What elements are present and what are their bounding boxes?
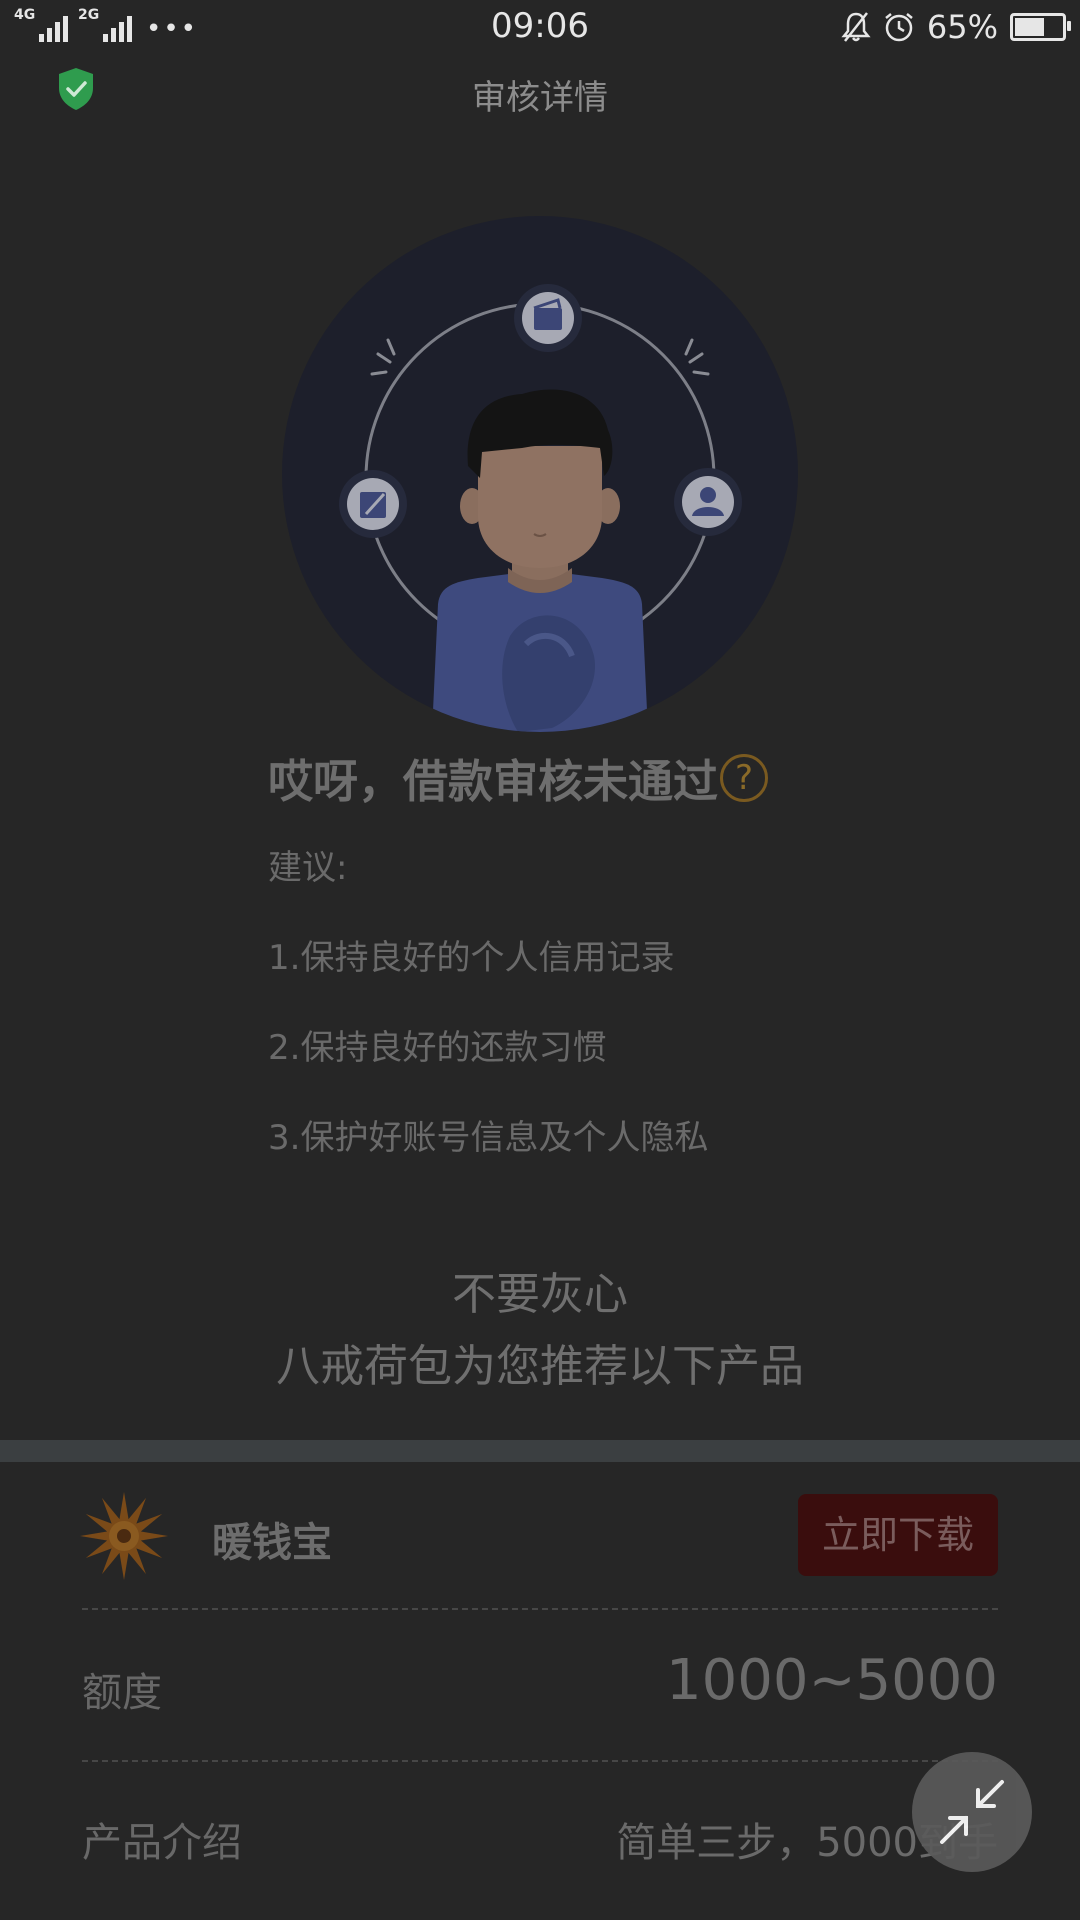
review-illustration — [282, 216, 798, 732]
wallet-icon — [514, 284, 582, 352]
review-result-headline: 哎呀，借款审核未通过 ? — [268, 745, 769, 810]
intro-label: 产品介绍 — [82, 1820, 242, 1866]
headline-text: 哎呀，借款审核未通过 — [268, 755, 719, 808]
alarm-icon — [885, 13, 913, 42]
page-title: 审核详情 — [472, 78, 608, 118]
encouragement-line-1: 不要灰心 — [452, 1269, 628, 1320]
suggestion-item: 1.保持良好的个人信用记录 — [268, 938, 675, 978]
product-name[interactable]: 暖钱宝 — [212, 1510, 332, 1568]
mute-bell-icon — [841, 12, 871, 42]
collapse-arrows-icon — [940, 1780, 1004, 1844]
status-bar: 4G 2G ••• 09:06 65% — [0, 0, 1080, 56]
quota-value: 1000~5000 — [666, 1648, 998, 1713]
suggestion-item: 3.保护好账号信息及个人隐私 — [268, 1118, 709, 1158]
battery-percent: 65% — [926, 8, 998, 46]
collapse-float-button[interactable] — [912, 1752, 1032, 1872]
product-logo-icon[interactable] — [78, 1490, 170, 1582]
dashed-divider — [82, 1760, 998, 1762]
edit-icon — [339, 470, 407, 538]
status-right: 65% — [841, 8, 1071, 46]
download-button[interactable]: 立即下载 — [798, 1494, 998, 1576]
dashed-divider — [82, 1608, 998, 1610]
quota-label: 额度 — [82, 1670, 162, 1716]
encouragement-line-2: 八戒荷包为您推荐以下产品 — [276, 1341, 804, 1392]
header: 审核详情 — [0, 56, 1080, 126]
battery-icon — [1010, 13, 1071, 41]
suggestion-label: 建议: — [268, 848, 348, 888]
section-divider — [0, 1440, 1080, 1462]
help-question-icon[interactable]: ? — [720, 753, 769, 802]
suggestion-item: 2.保持良好的还款习惯 — [268, 1028, 607, 1068]
user-icon — [674, 468, 742, 536]
